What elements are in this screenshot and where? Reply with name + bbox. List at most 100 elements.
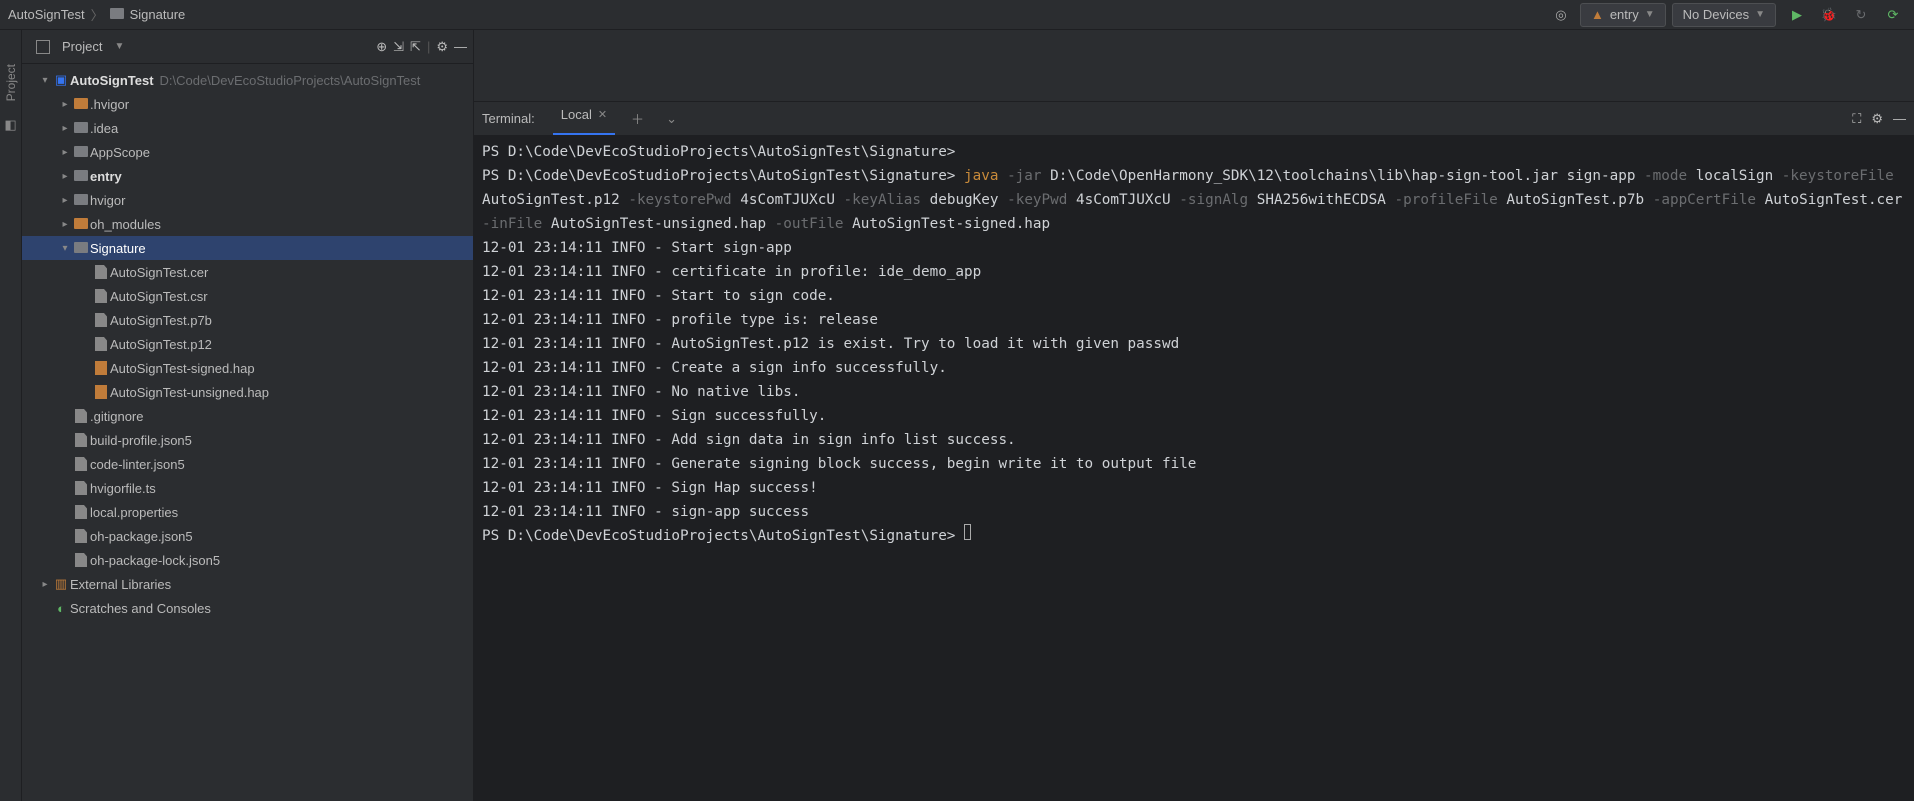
breadcrumb[interactable]: AutoSignTest 〉 Signature bbox=[8, 5, 185, 24]
file-p12[interactable]: AutoSignTest.p12 bbox=[22, 332, 473, 356]
folder-icon bbox=[74, 241, 88, 256]
hide-icon[interactable]: — bbox=[1893, 111, 1906, 126]
file-label: oh-package.json5 bbox=[90, 529, 193, 544]
maximize-icon[interactable]: ⛶ bbox=[1852, 111, 1861, 127]
module-selector[interactable]: ▲ entry ▼ bbox=[1580, 3, 1666, 27]
hap-icon bbox=[95, 361, 107, 375]
chevron-right-icon: ▸ bbox=[58, 99, 72, 110]
file-label: AutoSignTest.p7b bbox=[110, 313, 212, 328]
project-view-label[interactable]: Project bbox=[62, 39, 102, 54]
folder-entry[interactable]: ▸entry bbox=[22, 164, 473, 188]
cursor bbox=[964, 524, 971, 540]
folder-appscope[interactable]: ▸AppScope bbox=[22, 140, 473, 164]
external-libraries[interactable]: ▸▥External Libraries bbox=[22, 572, 473, 596]
close-icon[interactable]: ✕ bbox=[598, 108, 607, 121]
run-icon[interactable]: ▶ bbox=[1784, 3, 1810, 27]
file-signed-hap[interactable]: AutoSignTest-signed.hap bbox=[22, 356, 473, 380]
folder-hvigor-dot[interactable]: ▸.hvigor bbox=[22, 92, 473, 116]
chevron-right-icon: ▸ bbox=[58, 123, 72, 134]
project-tree[interactable]: ▾ ▣ AutoSignTest D:\Code\DevEcoStudioPro… bbox=[22, 64, 473, 801]
chevron-down-icon[interactable]: ⌄ bbox=[660, 111, 683, 127]
settings-icon[interactable]: ⚙ bbox=[436, 39, 448, 55]
project-tool-button[interactable]: Project bbox=[4, 58, 18, 107]
file-oh-package-lock[interactable]: oh-package-lock.json5 bbox=[22, 548, 473, 572]
cmd-arg: debugKey bbox=[930, 192, 999, 208]
file-icon bbox=[75, 457, 87, 471]
folder-hvigor[interactable]: ▸ hvigor bbox=[22, 188, 473, 212]
settings-icon[interactable]: ⚙ bbox=[1871, 111, 1883, 127]
cmd-arg: localSign bbox=[1696, 168, 1773, 184]
project-root-path: D:\Code\DevEcoStudioProjects\AutoSignTes… bbox=[160, 73, 421, 88]
log-line: 12-01 23:14:11 INFO - profile type is: r… bbox=[482, 308, 1906, 332]
file-csr[interactable]: AutoSignTest.csr bbox=[22, 284, 473, 308]
select-opened-icon[interactable]: ⊕ bbox=[376, 39, 387, 55]
project-root[interactable]: ▾ ▣ AutoSignTest D:\Code\DevEcoStudioPro… bbox=[22, 68, 473, 92]
log-line: 12-01 23:14:11 INFO - AutoSignTest.p12 i… bbox=[482, 332, 1906, 356]
scratches-consoles[interactable]: ◐Scratches and Consoles bbox=[22, 596, 473, 620]
chevron-right-icon: ▸ bbox=[58, 195, 72, 206]
divider: | bbox=[427, 39, 430, 54]
folder-idea[interactable]: ▸.idea bbox=[22, 116, 473, 140]
refresh-icon[interactable]: ⟳ bbox=[1880, 3, 1906, 27]
cmd-flag: -outFile bbox=[775, 216, 844, 232]
expand-icon[interactable]: ⇲ bbox=[393, 39, 404, 55]
file-oh-package[interactable]: oh-package.json5 bbox=[22, 524, 473, 548]
log-line: 12-01 23:14:11 INFO - Add sign data in s… bbox=[482, 428, 1906, 452]
folder-icon bbox=[74, 97, 88, 112]
cmd-flag: -keyAlias bbox=[844, 192, 921, 208]
file-p7b[interactable]: AutoSignTest.p7b bbox=[22, 308, 473, 332]
folder-signature[interactable]: ▾Signature bbox=[22, 236, 473, 260]
file-icon bbox=[95, 265, 107, 279]
file-gitignore[interactable]: .gitignore bbox=[22, 404, 473, 428]
cmd-flag: -appCertFile bbox=[1653, 192, 1756, 208]
device-selector[interactable]: No Devices ▼ bbox=[1672, 3, 1776, 27]
file-hvigorfile[interactable]: hvigorfile.ts bbox=[22, 476, 473, 500]
file-icon bbox=[75, 409, 87, 423]
breadcrumb-current[interactable]: Signature bbox=[130, 7, 186, 22]
hide-icon[interactable]: — bbox=[454, 39, 467, 54]
scratches-label: Scratches and Consoles bbox=[70, 601, 211, 616]
file-cer[interactable]: AutoSignTest.cer bbox=[22, 260, 473, 284]
cmd-arg: AutoSignTest-unsigned.hap bbox=[551, 216, 766, 232]
file-unsigned-hap[interactable]: AutoSignTest-unsigned.hap bbox=[22, 380, 473, 404]
folder-label: oh_modules bbox=[90, 217, 161, 232]
file-icon bbox=[75, 505, 87, 519]
cmd-arg: AutoSignTest.cer bbox=[1765, 192, 1903, 208]
top-toolbar: AutoSignTest 〉 Signature ◎ ▲ entry ▼ No … bbox=[0, 0, 1914, 30]
log-line: 12-01 23:14:11 INFO - Sign successfully. bbox=[482, 404, 1906, 428]
terminal-tab-local[interactable]: Local ✕ bbox=[553, 102, 615, 135]
folder-icon bbox=[74, 169, 88, 184]
coverage-icon[interactable]: ↻ bbox=[1848, 3, 1874, 27]
file-build-profile[interactable]: build-profile.json5 bbox=[22, 428, 473, 452]
chevron-right-icon: ▸ bbox=[38, 579, 52, 590]
collapse-icon[interactable]: ⇱ bbox=[410, 39, 421, 55]
file-icon bbox=[95, 313, 107, 327]
cmd-arg: AutoSignTest.p12 bbox=[482, 192, 620, 208]
terminal-tab-label: Local bbox=[561, 107, 592, 122]
folder-label: AppScope bbox=[90, 145, 150, 160]
log-line: 12-01 23:14:11 INFO - sign-app success bbox=[482, 500, 1906, 524]
folder-label: hvigor bbox=[90, 193, 125, 208]
chevron-down-icon: ▼ bbox=[1645, 9, 1655, 20]
file-local-properties[interactable]: local.properties bbox=[22, 500, 473, 524]
terminal-output[interactable]: PS D:\Code\DevEcoStudioProjects\AutoSign… bbox=[474, 136, 1914, 801]
bookmark-icon[interactable]: ◧ bbox=[4, 117, 16, 133]
file-label: hvigorfile.ts bbox=[90, 481, 156, 496]
folder-oh-modules[interactable]: ▸oh_modules bbox=[22, 212, 473, 236]
debug-icon[interactable]: 🐞 bbox=[1816, 3, 1842, 27]
breadcrumb-root[interactable]: AutoSignTest bbox=[8, 7, 85, 22]
chevron-down-icon: ▼ bbox=[114, 41, 124, 52]
file-label: .gitignore bbox=[90, 409, 143, 424]
log-line: 12-01 23:14:11 INFO - No native libs. bbox=[482, 380, 1906, 404]
cmd-flag: -keystoreFile bbox=[1782, 168, 1894, 184]
new-terminal-button[interactable]: ＋ bbox=[625, 109, 650, 128]
file-code-linter[interactable]: code-linter.json5 bbox=[22, 452, 473, 476]
terminal-prompt: PS D:\Code\DevEcoStudioProjects\AutoSign… bbox=[482, 144, 955, 160]
terminal-tabs: Terminal: Local ✕ ＋ ⌄ ⛶ ⚙ — bbox=[474, 102, 1914, 136]
log-line: 12-01 23:14:11 INFO - Start to sign code… bbox=[482, 284, 1906, 308]
file-icon bbox=[95, 289, 107, 303]
log-line: 12-01 23:14:11 INFO - Sign Hap success! bbox=[482, 476, 1906, 500]
project-sidebar: Project ▼ ⊕ ⇲ ⇱ | ⚙ — ▾ ▣ AutoSignTest D… bbox=[22, 30, 474, 801]
module-label: entry bbox=[1610, 7, 1639, 22]
target-icon[interactable]: ◎ bbox=[1548, 3, 1574, 27]
